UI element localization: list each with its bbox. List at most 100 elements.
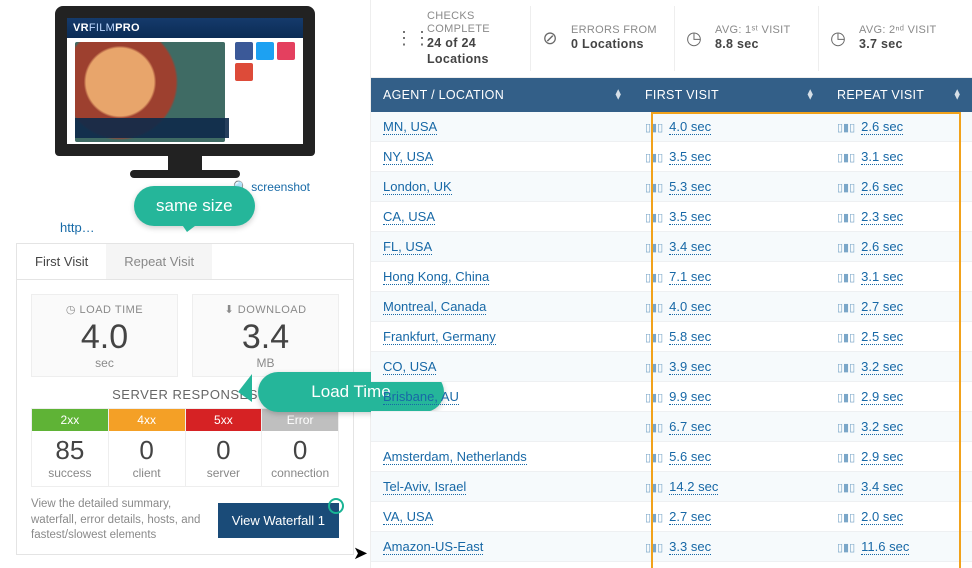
repeat-visit-value[interactable]: 2.6 sec xyxy=(861,179,903,195)
col-repeat[interactable]: REPEAT VISIT▲▼ xyxy=(825,78,972,112)
load-time-box: ◷ LOAD TIME 4.0 sec xyxy=(31,294,178,377)
bar-chart-icon: ▯▮▯ xyxy=(645,452,663,464)
clock-icon: ◷ xyxy=(827,28,849,49)
bar-chart-icon: ▯▮▯ xyxy=(645,212,663,224)
metric-errors: ⊘ ERRORS FROM0 Locations xyxy=(531,6,675,71)
repeat-visit-value[interactable]: 3.1 sec xyxy=(861,269,903,285)
repeat-visit-value[interactable]: 3.2 sec xyxy=(861,419,903,435)
download-box: ⬇ DOWNLOAD 3.4 MB xyxy=(192,294,339,377)
bar-chart-icon: ▯▮▯ xyxy=(645,542,663,554)
first-visit-value[interactable]: 3.4 sec xyxy=(669,239,711,255)
location-link[interactable]: Frankfurt, Germany xyxy=(383,329,496,345)
bar-chart-icon: ▯▮▯ xyxy=(645,272,663,284)
location-link[interactable]: Tel-Aviv, Israel xyxy=(383,479,466,495)
visit-tabs: First Visit Repeat Visit xyxy=(16,243,354,279)
table-row: ▯▮▯ 6.7 sec ▯▮▯ 3.2 sec xyxy=(371,412,972,442)
stats-panel: ◷ LOAD TIME 4.0 sec ⬇ DOWNLOAD 3.4 MB SE… xyxy=(16,279,354,555)
bar-chart-icon: ▯▮▯ xyxy=(837,122,855,134)
bar-chart-icon: ▯▮▯ xyxy=(837,272,855,284)
tab-first-visit[interactable]: First Visit xyxy=(17,244,106,279)
bar-chart-icon: ▯▮▯ xyxy=(837,392,855,404)
table-row: CA, USA▯▮▯3.5 sec▯▮▯2.3 sec xyxy=(371,202,972,232)
repeat-visit-value[interactable]: 2.0 sec xyxy=(861,509,903,525)
location-link[interactable]: Hong Kong, China xyxy=(383,269,489,285)
location-link[interactable]: VA, USA xyxy=(383,509,433,525)
location-link[interactable]: Amazon-US-East xyxy=(383,539,483,555)
table-header: AGENT / LOCATION▲▼ FIRST VISIT▲▼ REPEAT … xyxy=(371,78,972,112)
bar-chart-icon: ▯▮▯ xyxy=(645,392,663,404)
table-row: MN, USA▯▮▯4.0 sec▯▮▯2.6 sec xyxy=(371,112,972,142)
first-visit-value[interactable]: 5.3 sec xyxy=(669,179,711,195)
col-first[interactable]: FIRST VISIT▲▼ xyxy=(633,78,825,112)
first-visit-value[interactable]: 3.9 sec xyxy=(669,359,711,375)
bar-chart-icon: ▯▮▯ xyxy=(645,182,663,194)
first-visit-value[interactable]: 3.5 sec xyxy=(669,149,711,165)
location-link[interactable]: FL, USA xyxy=(383,239,432,255)
summary-metrics: ⋮⋮ CHECKS COMPLETE24 of 24 Locations ⊘ E… xyxy=(371,0,972,78)
bar-chart-icon: ▯▮▯ xyxy=(645,482,663,494)
bar-chart-icon: ▯▮▯ xyxy=(837,542,855,554)
repeat-visit-value[interactable]: 11.6 sec xyxy=(861,539,909,555)
table-row: Frankfurt, Germany ▯▮▯ 5.8 sec ▯▮▯ 2.5 sec xyxy=(371,322,972,352)
first-visit-value[interactable]: 3.3 sec xyxy=(669,539,711,555)
table-row: NY, USA▯▮▯3.5 sec▯▮▯3.1 sec xyxy=(371,142,972,172)
first-visit-value[interactable]: 7.1 sec xyxy=(669,269,711,285)
repeat-visit-value[interactable]: 2.6 sec xyxy=(861,119,903,135)
repeat-visit-value[interactable]: 3.2 sec xyxy=(861,359,903,375)
location-link[interactable]: Montreal, Canada xyxy=(383,299,486,315)
metric-avg-repeat: ◷ AVG: 2ⁿᵈ VISIT3.7 sec xyxy=(819,6,962,71)
screenshot-link[interactable]: screenshot xyxy=(251,180,310,194)
location-link[interactable]: London, UK xyxy=(383,179,452,195)
bar-chart-icon: ▯▮▯ xyxy=(837,362,855,374)
view-waterfall-button[interactable]: View Waterfall 1 xyxy=(218,503,339,538)
table-row: Tel-Aviv, Israel ▯▮▯ 14.2 sec ▯▮▯ 3.4 sec xyxy=(371,472,972,502)
location-link[interactable]: NY, USA xyxy=(383,149,433,165)
table-row: Amazon-US-East ▯▮▯ 3.3 sec ▯▮▯ 11.6 sec xyxy=(371,532,972,562)
location-link[interactable]: Brisbane, AU xyxy=(383,389,459,405)
error-icon: ⊘ xyxy=(539,28,561,49)
first-visit-value[interactable]: 9.9 sec xyxy=(669,389,711,405)
col-agent[interactable]: AGENT / LOCATION▲▼ xyxy=(371,78,633,112)
metric-avg-first: ◷ AVG: 1ˢᵗ VISIT8.8 sec xyxy=(675,6,819,71)
table-body: MN, USA ▯▮▯ 4.0 sec ▯▮▯ 2.6 sec NY, USA ▯▮▯ 3.5… xyxy=(371,112,972,568)
repeat-visit-value[interactable]: 2.6 sec xyxy=(861,239,903,255)
bar-chart-icon: ▯▮▯ xyxy=(837,152,855,164)
download-icon: ⬇ xyxy=(224,304,234,316)
clock-icon: ◷ xyxy=(66,304,76,316)
waterfall-hint: View the detailed summary, waterfall, er… xyxy=(31,497,208,544)
response-codes: 2xx85success 4xx0client 5xx0server Error… xyxy=(31,408,339,487)
bar-chart-icon: ▯▮▯ xyxy=(645,512,663,524)
repeat-visit-value[interactable]: 2.9 sec xyxy=(861,449,903,465)
first-visit-value[interactable]: 4.0 sec xyxy=(669,119,711,135)
repeat-visit-value[interactable]: 3.1 sec xyxy=(861,149,903,165)
bar-chart-icon: ▯▮▯ xyxy=(837,422,855,434)
table-row: FL, USA▯▮▯3.4 sec▯▮▯2.6 sec xyxy=(371,232,972,262)
repeat-visit-value[interactable]: 2.7 sec xyxy=(861,299,903,315)
location-link[interactable]: MN, USA xyxy=(383,119,437,135)
repeat-visit-value[interactable]: 3.4 sec xyxy=(861,479,903,495)
first-visit-value[interactable]: 5.6 sec xyxy=(669,449,711,465)
location-link[interactable]: CO, USA xyxy=(383,359,436,375)
bar-chart-icon: ▯▮▯ xyxy=(645,422,663,434)
metric-checks: ⋮⋮ CHECKS COMPLETE24 of 24 Locations xyxy=(387,6,531,71)
bar-chart-icon: ▯▮▯ xyxy=(837,482,855,494)
first-visit-value[interactable]: 4.0 sec xyxy=(669,299,711,315)
bar-chart-icon: ▯▮▯ xyxy=(645,332,663,344)
bar-chart-icon: ▯▮▯ xyxy=(645,302,663,314)
first-visit-value[interactable]: 14.2 sec xyxy=(669,479,718,495)
table-row: CO, USA▯▮▯3.9 sec▯▮▯3.2 sec xyxy=(371,352,972,382)
first-visit-value[interactable]: 3.5 sec xyxy=(669,209,711,225)
repeat-visit-value[interactable]: 2.5 sec xyxy=(861,329,903,345)
repeat-visit-value[interactable]: 2.9 sec xyxy=(861,389,903,405)
first-visit-value[interactable]: 2.7 sec xyxy=(669,509,711,525)
first-visit-value[interactable]: 6.7 sec xyxy=(669,419,711,435)
clock-icon: ◷ xyxy=(683,28,705,49)
site-preview: VRFILMPRO xyxy=(55,6,315,178)
bar-chart-icon: ▯▮▯ xyxy=(837,332,855,344)
location-link[interactable]: CA, USA xyxy=(383,209,435,225)
tab-repeat-visit[interactable]: Repeat Visit xyxy=(106,244,212,279)
repeat-visit-value[interactable]: 2.3 sec xyxy=(861,209,903,225)
table-row: Montreal, Canada▯▮▯4.0 sec▯▮▯2.7 sec xyxy=(371,292,972,322)
location-link[interactable]: Amsterdam, Netherlands xyxy=(383,449,527,465)
first-visit-value[interactable]: 5.8 sec xyxy=(669,329,711,345)
